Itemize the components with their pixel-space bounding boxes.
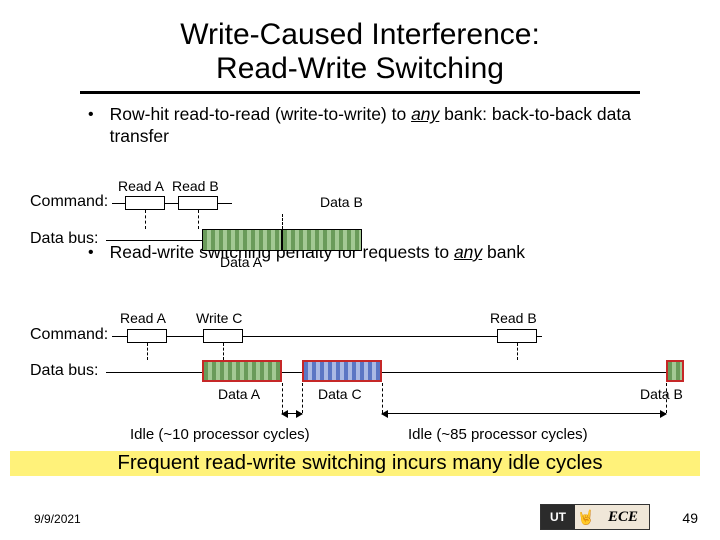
d2-a — [147, 343, 148, 360]
idle10-label: Idle (~10 processor cycles) — [130, 426, 310, 443]
databus-label-2: Data bus: — [30, 362, 98, 380]
title-line2: Read-Write Switching — [216, 52, 504, 85]
read-b-label: Read B — [172, 178, 219, 194]
dash-b — [198, 210, 199, 229]
idle10-arrow — [282, 413, 302, 414]
cmd-read-a-2 — [127, 329, 167, 343]
conclusion-text: Frequent read-write switching incurs man… — [0, 451, 720, 475]
cmd-read-b — [178, 196, 218, 210]
data-b-box — [282, 229, 362, 251]
b2-post: bank — [482, 242, 525, 262]
cmd-read-a — [125, 196, 165, 210]
data-a-lbl-2: Data A — [218, 386, 260, 402]
databus-label-1: Data bus: — [30, 230, 98, 248]
write-c-label: Write C — [196, 310, 242, 326]
data-b-box-2 — [666, 360, 684, 382]
data-c-lbl: Data C — [318, 386, 362, 402]
logo-ut: UT — [541, 505, 575, 529]
bullet-dot: • — [88, 104, 94, 125]
idle85-label: Idle (~85 processor cycles) — [408, 426, 588, 443]
d2-c — [223, 343, 224, 360]
data-b-lbl-2: Data B — [640, 386, 683, 402]
d2-b — [517, 343, 518, 360]
cmd-write-c — [203, 329, 243, 343]
command-label-1: Command: — [30, 193, 108, 211]
logo-ece: ECE — [597, 505, 649, 529]
b1-em: any — [411, 104, 439, 124]
dash-b2 — [282, 214, 283, 229]
ut-ece-logo: UT 🤘 ECE — [540, 504, 650, 530]
bus-line-2 — [106, 372, 666, 373]
command-label-2: Command: — [30, 326, 108, 344]
read-b-label-2: Read B — [490, 310, 537, 326]
gap2-l — [382, 383, 383, 413]
footer-date: 9/9/2021 — [34, 512, 81, 526]
gap1-l — [282, 383, 283, 413]
b2-em: any — [454, 242, 482, 262]
dash-a — [145, 210, 146, 229]
data-a-box — [202, 229, 282, 251]
bus-pre-1 — [106, 240, 202, 241]
data-b-topcap: Data B — [320, 194, 363, 210]
slide-title: Write-Caused Interference: Read-Write Sw… — [0, 0, 720, 91]
cmd-line-2 — [112, 336, 542, 337]
title-line1: Write-Caused Interference: — [180, 18, 540, 51]
data-a-lbl-1: Data A — [220, 254, 262, 270]
read-a-label-2: Read A — [120, 310, 166, 326]
bullet-1-text: Row-hit read-to-read (write-to-write) to… — [110, 104, 680, 148]
data-a-box-2 — [202, 360, 282, 382]
gap1-r — [302, 383, 303, 413]
read-a-label: Read A — [118, 178, 164, 194]
page-number: 49 — [682, 510, 698, 526]
b1-pre: Row-hit read-to-read (write-to-write) to — [110, 104, 411, 124]
longhorn-icon: 🤘 — [575, 505, 597, 529]
bullet-1: • Row-hit read-to-read (write-to-write) … — [0, 104, 720, 148]
idle85-arrow — [382, 413, 666, 414]
title-underline — [80, 91, 640, 94]
cmd-read-b-2 — [497, 329, 537, 343]
data-c-box — [302, 360, 382, 382]
